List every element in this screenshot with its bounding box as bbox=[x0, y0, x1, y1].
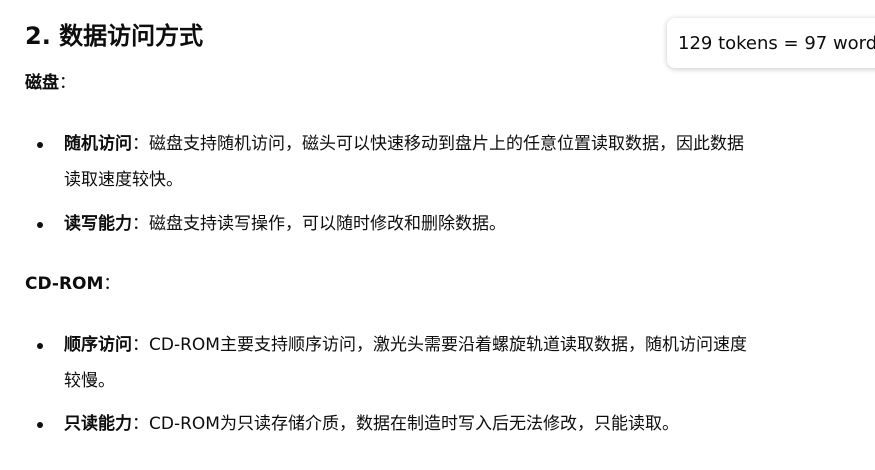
subsection-label-cdrom: CD-ROM： bbox=[25, 271, 120, 297]
list-item-separator: ： bbox=[132, 134, 149, 154]
list-item-term: 随机访问 bbox=[64, 134, 132, 154]
list-item-text: 顺序访问：CD-ROM主要支持顺序访问，激光头需要沿着螺旋轨道读取数据，随机访问… bbox=[64, 327, 869, 399]
subsection-label-colon: ： bbox=[59, 73, 76, 93]
subsection-label-colon: ： bbox=[103, 274, 121, 294]
list-item-separator: ： bbox=[132, 414, 149, 434]
subsection-label-disk: 磁盘： bbox=[25, 70, 76, 96]
subsection-label-text: 磁盘 bbox=[25, 73, 59, 93]
list-item-description-continued: 读取速度较快。 bbox=[64, 170, 183, 190]
section-heading: 2. 数据访问方式 bbox=[25, 22, 204, 50]
response-content: 2. 数据访问方式 磁盘： 随机访问：磁盘支持随机访问，磁头可以快速移动到盘片上… bbox=[0, 0, 875, 470]
list-item-term: 只读能力 bbox=[64, 414, 132, 434]
list-item-text: 读写能力：磁盘支持读写操作，可以随时修改和删除数据。 bbox=[64, 206, 869, 242]
list-item-separator: ： bbox=[132, 214, 149, 234]
token-count-badge: 129 tokens = 97 words bbox=[667, 18, 875, 68]
list-item-description-continued: 较慢。 bbox=[64, 371, 115, 391]
list-item-description: 磁盘支持读写操作，可以随时修改和删除数据。 bbox=[149, 214, 506, 234]
bullet-dot bbox=[37, 222, 43, 228]
bullet-dot bbox=[37, 422, 43, 428]
subsection-label-text: CD-ROM bbox=[25, 274, 104, 294]
list-item-separator: ： bbox=[132, 335, 149, 355]
bullet-dot bbox=[37, 343, 43, 349]
bullet-dot bbox=[37, 142, 43, 148]
list-item-text: 只读能力：CD-ROM为只读存储介质，数据在制造时写入后无法修改，只能读取。 bbox=[64, 406, 869, 442]
list-item-term: 顺序访问 bbox=[64, 335, 132, 355]
list-item-description: CD-ROM为只读存储介质，数据在制造时写入后无法修改，只能读取。 bbox=[149, 414, 679, 434]
list-item-description: CD-ROM主要支持顺序访问，激光头需要沿着螺旋轨道读取数据，随机访问速度 bbox=[149, 335, 747, 355]
list-item-description: 磁盘支持随机访问，磁头可以快速移动到盘片上的任意位置读取数据，因此数据 bbox=[149, 134, 744, 154]
list-item-term: 读写能力 bbox=[64, 214, 132, 234]
list-item-text: 随机访问：磁盘支持随机访问，磁头可以快速移动到盘片上的任意位置读取数据，因此数据… bbox=[64, 126, 869, 198]
